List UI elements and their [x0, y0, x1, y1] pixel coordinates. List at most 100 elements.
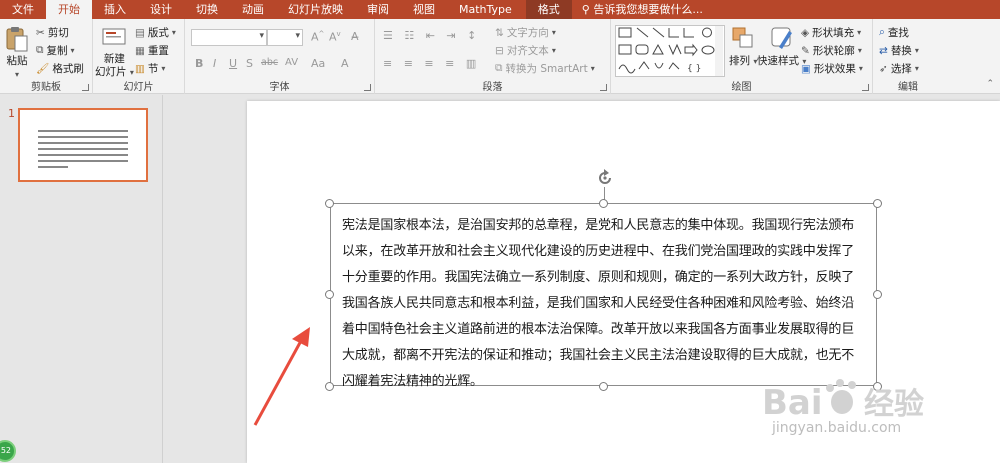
strikethrough-button[interactable]: abc — [261, 57, 278, 68]
tab-slideshow[interactable]: 幻灯片放映 — [276, 0, 355, 19]
section-button[interactable]: ▥ 节 ▾ — [135, 61, 165, 76]
tab-view[interactable]: 视图 — [401, 0, 447, 19]
resize-handle-top-left[interactable] — [325, 199, 334, 208]
text-line: 大成就，都离不开宪法的保证和推动；我国社会主义民主法治建设取得的巨大成就，也无不 — [342, 348, 855, 363]
shapes-gallery[interactable]: { } — [615, 25, 725, 77]
thumbnail-text-line — [38, 160, 128, 162]
shape-effects-button[interactable]: ▣ 形状效果 ▾ — [801, 61, 863, 76]
align-text-label: 对齐文本 — [506, 45, 549, 57]
thumbnail-text-line — [38, 136, 128, 138]
chevron-down-icon: ▾ — [161, 64, 166, 73]
shrink-font-icon[interactable]: Av — [329, 30, 341, 44]
bold-button[interactable]: B — [195, 57, 203, 70]
tab-transitions[interactable]: 切换 — [184, 0, 230, 19]
chevron-down-icon: ▾ — [914, 46, 919, 55]
group-font: A^ Av A̶ B I U S abc AV Aa A 字体 — [185, 19, 375, 94]
arrange-button[interactable]: 排列 ▾ — [729, 25, 757, 68]
tell-me-search[interactable]: ⚲ 告诉我您想要做什么... — [572, 0, 703, 19]
pen-icon: ✎ — [801, 44, 810, 57]
group-drawing: { } 排列 ▾ 快速样式 ▾ ◈ 形状填充 ▾ ✎ 形状轮廓 ▾ ▣ 形状效果… — [611, 19, 873, 94]
resize-handle-top-right[interactable] — [873, 199, 882, 208]
quick-styles-button[interactable]: 快速样式 ▾ — [757, 25, 806, 68]
clipboard-group-label: 剪贴板 — [31, 82, 61, 93]
format-painter-button[interactable]: 🖌 格式刷 — [36, 61, 84, 76]
group-paragraph: ☰ ☷ ⇤ ⇥ ↕ ≡ ≡ ≡ ≡ ▥ ⇅ 文字方向 ▾ ⊟ 对齐文本 ▾ ⧉ … — [375, 19, 611, 94]
format-painter-label: 格式刷 — [52, 63, 84, 75]
align-text-button[interactable]: ⊟ 对齐文本 ▾ — [495, 43, 556, 58]
reset-button[interactable]: ▦ 重置 — [135, 43, 169, 58]
underline-button[interactable]: U — [229, 57, 237, 70]
layout-button[interactable]: ▤ 版式 ▾ — [135, 25, 176, 40]
clear-formatting-icon[interactable]: A̶ — [351, 30, 359, 43]
floating-badge[interactable]: 52 — [0, 440, 16, 462]
cut-label: 剪切 — [47, 27, 69, 39]
paste-icon — [6, 27, 28, 52]
rotate-handle-icon[interactable] — [595, 168, 615, 188]
tab-insert[interactable]: 插入 — [92, 0, 138, 19]
font-name-combo[interactable] — [191, 29, 267, 46]
resize-handle-top[interactable] — [599, 199, 608, 208]
font-size-combo[interactable] — [267, 29, 303, 46]
tab-design[interactable]: 设计 — [138, 0, 184, 19]
dialog-launcher-icon[interactable] — [600, 84, 607, 91]
shape-fill-button[interactable]: ◈ 形状填充 ▾ — [801, 25, 861, 40]
char-spacing-button[interactable]: AV — [285, 57, 298, 68]
drawing-group-label: 绘图 — [731, 82, 752, 93]
dialog-launcher-icon[interactable] — [82, 84, 89, 91]
text-direction-label: 文字方向 — [506, 27, 549, 39]
ribbon: 粘贴 ▾ ✂ 剪切 ⧉ 复制 ▾ 🖌 格式刷 剪贴板 新建 幻灯片 ▾ ▤ 版式… — [0, 19, 1000, 94]
replace-label: 替换 — [890, 45, 912, 57]
thumbnail-text-line — [38, 166, 68, 168]
replace-button[interactable]: ⇄ 替换 ▾ — [879, 43, 919, 58]
shape-outline-label: 形状轮廓 — [812, 45, 855, 57]
resize-handle-left[interactable] — [325, 290, 334, 299]
tab-review[interactable]: 审阅 — [355, 0, 401, 19]
dialog-launcher-icon[interactable] — [364, 84, 371, 91]
slide-thumbnail[interactable] — [18, 108, 148, 182]
italic-button[interactable]: I — [213, 57, 216, 70]
chevron-down-icon: ▾ — [590, 64, 595, 73]
svg-text:{ }: { } — [687, 64, 701, 74]
tab-file[interactable]: 文件 — [0, 0, 46, 19]
group-slides: 新建 幻灯片 ▾ ▤ 版式 ▾ ▦ 重置 ▥ 节 ▾ 幻灯片 — [93, 19, 185, 94]
svg-text:Bai: Bai — [762, 383, 823, 423]
group-clipboard: 粘贴 ▾ ✂ 剪切 ⧉ 复制 ▾ 🖌 格式刷 剪贴板 — [0, 19, 93, 94]
text-line: 以来，在改革开放和社会主义现代化建设的历史进程中、在我们党治国理政的实践中发挥了 — [342, 244, 855, 259]
dialog-launcher-icon[interactable] — [862, 84, 869, 91]
paste-button[interactable]: 粘贴 ▾ — [4, 25, 30, 81]
align-buttons-icon[interactable]: ≡ ≡ ≡ ≡ ▥ — [383, 57, 480, 70]
section-label: 节 — [147, 63, 159, 75]
shape-outline-button[interactable]: ✎ 形状轮廓 ▾ — [801, 43, 862, 58]
chevron-down-icon: ▾ — [857, 46, 862, 55]
grow-font-icon[interactable]: A^ — [311, 30, 324, 44]
text-direction-button[interactable]: ⇅ 文字方向 ▾ — [495, 25, 556, 40]
tab-mathtype[interactable]: MathType — [447, 0, 524, 19]
new-slide-button[interactable]: 新建 幻灯片 ▾ — [95, 23, 134, 79]
change-case-button[interactable]: Aa — [311, 57, 325, 70]
slide-body-text[interactable]: 宪法是国家根本法，是治国安邦的总章程，是党和人民意志的集中体现。我国现行宪法颁布… — [342, 213, 878, 395]
font-color-button[interactable]: A — [341, 57, 349, 70]
paragraph-group-label: 段落 — [482, 82, 503, 93]
smartart-icon: ⧉ — [495, 62, 503, 74]
collapse-ribbon-icon[interactable]: ⌃ — [986, 79, 994, 89]
thumbnail-text-line — [38, 130, 128, 132]
quick-styles-icon — [771, 27, 792, 49]
new-slide-label: 新建 — [103, 53, 125, 65]
tab-animations[interactable]: 动画 — [230, 0, 276, 19]
smartart-button[interactable]: ⧉ 转换为 SmartArt ▾ — [495, 61, 595, 76]
select-button[interactable]: ➶ 选择 ▾ — [879, 61, 919, 76]
resize-handle-bottom-left[interactable] — [325, 382, 334, 391]
align-text-icon: ⊟ — [495, 44, 504, 57]
shadow-button[interactable]: S — [246, 57, 253, 70]
chevron-down-icon: ▾ — [857, 28, 862, 37]
copy-button[interactable]: ⧉ 复制 ▾ — [36, 43, 75, 58]
new-slide-icon — [102, 28, 126, 45]
cut-button[interactable]: ✂ 剪切 — [36, 25, 69, 40]
tab-format[interactable]: 格式 — [525, 0, 572, 19]
list-buttons-icon[interactable]: ☰ ☷ ⇤ ⇥ ↕ — [383, 29, 480, 42]
find-button[interactable]: ⌕ 查找 — [879, 25, 909, 40]
text-line: 我国各族人民共同意志和根本利益，是我们国家和人民经受住各种困难和风险考验、始终沿 — [342, 296, 855, 311]
tab-home[interactable]: 开始 — [46, 0, 92, 19]
menu-bar: 文件 开始 插入 设计 切换 动画 幻灯片放映 审阅 视图 MathType 格… — [0, 0, 1000, 19]
lightbulb-icon: ⚲ — [581, 3, 590, 16]
